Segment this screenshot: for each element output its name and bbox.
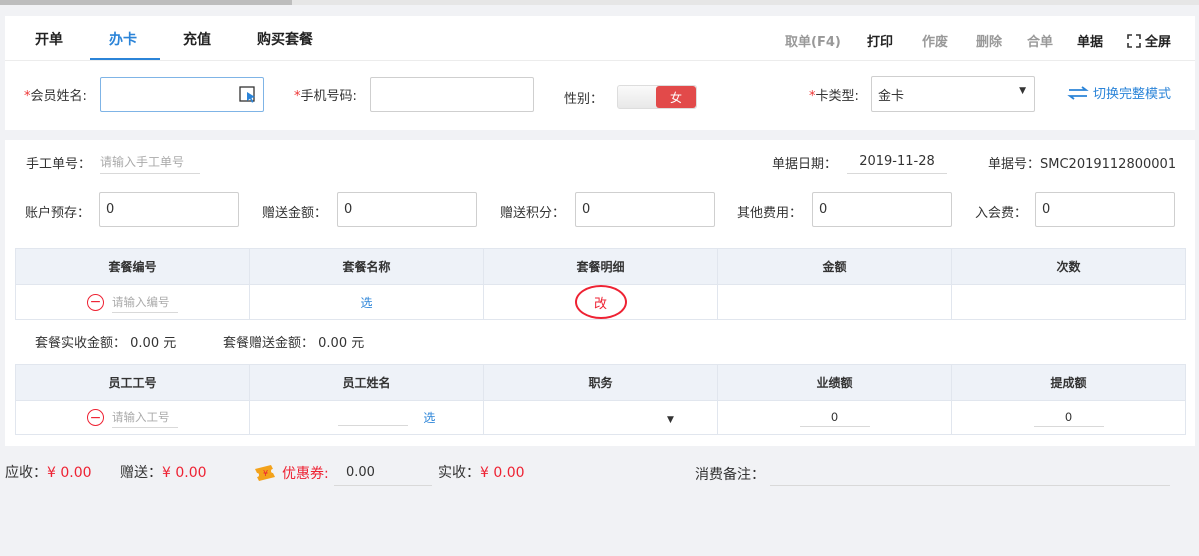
switch-full-mode-label: 切换完整模式: [1093, 87, 1172, 102]
gender-value: 女: [656, 86, 696, 108]
phone-label: *手机号码:: [294, 89, 357, 104]
doc-date-input[interactable]: 2019-11-28: [847, 149, 947, 174]
staff-id-input[interactable]: 请输入工号: [112, 407, 178, 428]
package-code-input[interactable]: 请输入编号: [112, 292, 178, 313]
dropdown-arrow-icon: ▼: [667, 414, 674, 425]
package-actual-amount: 套餐实收金额： 0.00 元: [35, 336, 177, 351]
performance-cell: 0: [717, 400, 952, 435]
coupon-icon: ¥: [255, 465, 275, 481]
gift-amount-label: 赠送金额：: [262, 206, 328, 221]
staff-table-header: 员工工号 员工姓名 职务 业绩额 提成额: [15, 364, 1186, 401]
switch-full-mode-link[interactable]: 切换完整模式: [1067, 83, 1171, 102]
gender-toggle[interactable]: 女: [617, 85, 697, 109]
header-panel: 开单 办卡 充值 购买套餐 取单(F4) 打印 作废 删除 合单 单据 全屏 *…: [5, 16, 1195, 130]
fullscreen-label: 全屏: [1145, 35, 1172, 50]
staff-table: 员工工号 员工姓名 职务 业绩额 提成额 − 请输入工号 选 ▼ 0 0: [15, 364, 1186, 435]
select-staff-button[interactable]: 选: [423, 411, 435, 425]
account-deposit-label: 账户预存：: [25, 206, 91, 221]
count-cell: [951, 284, 1186, 320]
other-fee-label: 其他费用：: [737, 206, 803, 221]
delete-button[interactable]: 删除: [976, 31, 1002, 50]
gift-points-label: 赠送积分：: [500, 206, 566, 221]
tab-buy-package[interactable]: 购买套餐: [257, 29, 313, 49]
fullscreen-button[interactable]: 全屏: [1127, 31, 1171, 50]
coupon-label: ¥ 优惠券:: [254, 463, 329, 483]
coupon-input[interactable]: 0.00: [334, 459, 432, 486]
doc-date-label: 单据日期：: [772, 157, 838, 172]
swap-arrows-icon: [1067, 85, 1089, 100]
table-row: − 请输入工号 选 ▼ 0 0: [15, 400, 1186, 435]
member-name-input[interactable]: [100, 77, 264, 112]
package-table-header: 套餐编号 套餐名称 套餐明细 金额 次数: [15, 248, 1186, 285]
col-commission: 提成额: [951, 364, 1186, 401]
join-fee-input[interactable]: 0: [1035, 192, 1175, 227]
col-package-code: 套餐编号: [15, 248, 250, 285]
manual-no-input[interactable]: 请输入手工单号: [100, 149, 200, 174]
tab-card[interactable]: 办卡: [109, 29, 137, 49]
tab-bar: 开单 办卡 充值 购买套餐 取单(F4) 打印 作废 删除 合单 单据 全屏: [5, 16, 1195, 61]
member-name-label: *会员姓名:: [24, 89, 87, 104]
manual-no-label: 手工单号：: [26, 157, 92, 172]
col-staff-name: 员工姓名: [249, 364, 484, 401]
gender-label: 性别：: [564, 92, 604, 107]
svg-text:¥: ¥: [263, 469, 268, 478]
tab-divider: [5, 60, 1195, 61]
col-performance: 业绩额: [717, 364, 952, 401]
col-package-name: 套餐名称: [249, 248, 484, 285]
join-fee-label: 入会费：: [975, 206, 1028, 221]
package-detail-cell: 改: [483, 284, 718, 320]
gift-amount-input[interactable]: 0: [337, 192, 477, 227]
amount-cell: [717, 284, 952, 320]
gift-total-amount: 赠送：¥ 0.00: [120, 465, 207, 481]
staff-id-cell: − 请输入工号: [15, 400, 250, 435]
merge-button[interactable]: 合单: [1027, 31, 1053, 50]
remove-row-icon[interactable]: −: [87, 293, 104, 311]
order-panel: 手工单号： 请输入手工单号 单据日期： 2019-11-28 单据号：SMC20…: [5, 140, 1195, 446]
package-gift-amount: 套餐赠送金额： 0.00 元: [223, 336, 365, 351]
receivable-amount: 应收：¥ 0.00: [5, 465, 92, 481]
position-cell[interactable]: ▼: [483, 400, 718, 435]
remove-row-icon[interactable]: −: [87, 409, 104, 426]
col-staff-id: 员工工号: [15, 364, 250, 401]
card-type-label: *卡类型:: [809, 89, 859, 104]
phone-input[interactable]: [370, 77, 534, 112]
col-count: 次数: [951, 248, 1186, 285]
tab-recharge[interactable]: 充值: [183, 29, 211, 49]
package-table: 套餐编号 套餐名称 套餐明细 金额 次数 − 请输入编号 选 改: [15, 248, 1186, 320]
account-deposit-input[interactable]: 0: [99, 192, 239, 227]
actual-received-amount: 实收：¥ 0.00: [438, 465, 525, 481]
gift-points-input[interactable]: 0: [575, 192, 715, 227]
print-button[interactable]: 打印: [867, 31, 893, 50]
package-name-cell: 选: [249, 284, 484, 320]
performance-input[interactable]: 0: [799, 408, 870, 427]
receipt-button[interactable]: 单据: [1077, 31, 1103, 50]
top-scroll-strip: [0, 0, 1199, 5]
doc-no-label: 单据号：SMC2019112800001: [988, 157, 1177, 172]
staff-name-input[interactable]: [337, 410, 408, 427]
card-type-select[interactable]: 金卡 ▼: [871, 76, 1035, 112]
edit-detail-button[interactable]: 改: [574, 285, 627, 319]
commission-input[interactable]: 0: [1033, 408, 1104, 427]
fetch-order-button[interactable]: 取单(F4): [785, 31, 841, 50]
col-position: 职务: [483, 364, 718, 401]
tab-open-order[interactable]: 开单: [35, 29, 63, 49]
table-row: − 请输入编号 选 改: [15, 284, 1186, 320]
remark-input[interactable]: [770, 459, 1170, 486]
void-button[interactable]: 作废: [922, 31, 948, 50]
staff-name-cell: 选: [249, 400, 484, 435]
doc-no-value: SMC2019112800001: [1040, 157, 1177, 172]
commission-cell: 0: [951, 400, 1186, 435]
col-package-detail: 套餐明细: [483, 248, 718, 285]
package-code-cell: − 请输入编号: [15, 284, 250, 320]
member-picker-icon[interactable]: [239, 85, 257, 104]
dropdown-arrow-icon: ▼: [1019, 86, 1026, 96]
fullscreen-icon: [1127, 33, 1141, 48]
col-amount: 金额: [717, 248, 952, 285]
card-type-value: 金卡: [878, 88, 905, 104]
remark-label: 消费备注：: [695, 467, 765, 483]
other-fee-input[interactable]: 0: [812, 192, 952, 227]
select-package-button[interactable]: 选: [360, 296, 372, 310]
